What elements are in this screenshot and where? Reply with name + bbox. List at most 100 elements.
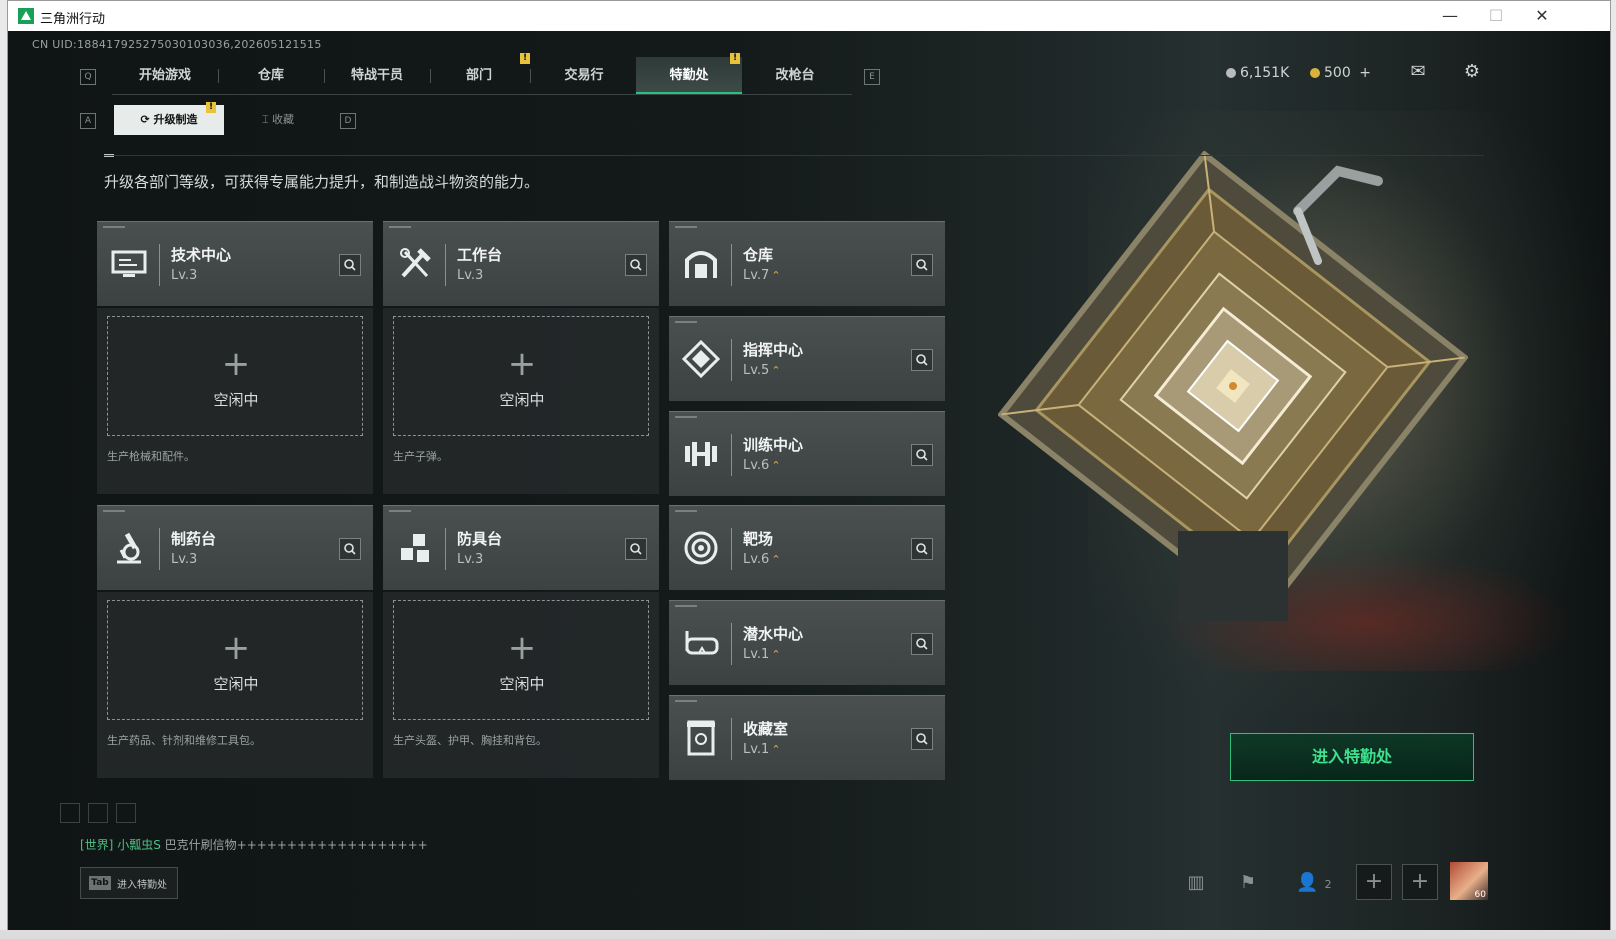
- slot-frame: + 空闲中: [107, 600, 363, 720]
- station-card-tech-center[interactable]: 技术中心 Lv.3: [97, 221, 373, 306]
- department-card-command-center[interactable]: 指挥中心 Lv.5 ⌃: [669, 316, 945, 401]
- command-icon: [681, 339, 721, 379]
- card-separator: [731, 718, 732, 760]
- tab-trading[interactable]: 交易行: [531, 57, 637, 95]
- mail-icon[interactable]: ✉: [1406, 61, 1430, 83]
- station-level: Lv.3: [457, 552, 484, 567]
- search-icon[interactable]: [339, 538, 361, 560]
- slot-frame: + 空闲中: [393, 600, 649, 720]
- tab-department[interactable]: 部门: [426, 57, 532, 95]
- subtab-collection-label: 收藏: [272, 113, 295, 126]
- game-viewport: CN UID:188417925275030103036,20260512151…: [8, 31, 1610, 931]
- tab-operators[interactable]: 特战干员: [324, 57, 430, 95]
- add-gold-button[interactable]: +: [1359, 65, 1371, 81]
- search-icon[interactable]: [911, 349, 933, 371]
- production-slot-pharmacy[interactable]: + 空闲中 生产药品、针剂和维修工具包。: [97, 592, 373, 778]
- department-level: Lv.6: [743, 552, 770, 567]
- flag-icon[interactable]: ⚑: [1230, 865, 1266, 901]
- subtab-collection[interactable]: ⌶ 收藏: [238, 105, 318, 135]
- upgrade-icon: ⟳: [140, 113, 154, 126]
- monitor-icon: [111, 250, 147, 277]
- department-card-warehouse[interactable]: 仓库 Lv.7 ⌃: [669, 221, 945, 306]
- add-teammate-button[interactable]: +: [1402, 864, 1438, 900]
- enter-special-ops-button[interactable]: 进入特勤处: [1230, 733, 1474, 781]
- search-icon[interactable]: [911, 444, 933, 466]
- search-icon[interactable]: [911, 254, 933, 276]
- production-slot-tech-center[interactable]: + 空闲中 生产枪械和配件。: [97, 308, 373, 494]
- tab-hint-label: 进入特勤处: [117, 880, 167, 891]
- tab-key-label: Tab: [89, 876, 111, 890]
- quick-slot[interactable]: [116, 803, 136, 823]
- station-card-pharmacy[interactable]: 制药台 Lv.3: [97, 505, 373, 590]
- slot-frame: + 空闲中: [107, 316, 363, 436]
- target-icon: [684, 531, 718, 565]
- production-slot-workbench[interactable]: + 空闲中 生产子弹。: [383, 308, 659, 494]
- stats-icon[interactable]: ▥: [1178, 865, 1214, 901]
- gold-coin-icon: [1310, 68, 1320, 78]
- card-separator: [731, 623, 732, 665]
- station-level: Lv.3: [171, 268, 198, 283]
- tools-icon: [400, 248, 431, 278]
- friends-count: 2: [1324, 878, 1332, 891]
- production-slot-armor-bench[interactable]: + 空闲中 生产头盔、护甲、胸挂和背包。: [383, 592, 659, 778]
- minimize-button[interactable]: —: [1428, 5, 1472, 27]
- station-name: 制药台: [171, 530, 217, 548]
- chat-message[interactable]: [世界] 小瓢虫S 巴克什刷信物+++++++++++++++++++: [80, 836, 428, 853]
- quick-slot[interactable]: [60, 803, 80, 823]
- add-icon: +: [507, 344, 537, 384]
- station-card-armor-bench[interactable]: 防具台 Lv.3: [383, 505, 659, 590]
- department-card-diving-center[interactable]: 潜水中心 Lv.1 ⌃: [669, 600, 945, 685]
- game-window: 三角洲行动 — ☐ ✕ CN UID:188417925275030103036…: [7, 0, 1611, 932]
- tab-gunsmith[interactable]: 改枪台: [742, 57, 848, 95]
- department-card-collection-room[interactable]: 收藏室 Lv.1 ⌃: [669, 695, 945, 780]
- close-button[interactable]: ✕: [1520, 5, 1564, 27]
- collection-icon: [687, 720, 715, 756]
- search-icon[interactable]: [911, 538, 933, 560]
- add-icon: +: [507, 628, 537, 668]
- chat-user[interactable]: 小瓢虫S: [117, 838, 161, 852]
- add-teammate-button[interactable]: +: [1356, 864, 1392, 900]
- department-card-shooting-range[interactable]: 靶场 Lv.6 ⌃: [669, 505, 945, 590]
- maximize-button[interactable]: ☐: [1474, 5, 1518, 27]
- card-separator: [445, 244, 446, 286]
- subtab-prev-key[interactable]: A: [80, 113, 96, 129]
- card-separator: [159, 528, 160, 570]
- nav-next-key[interactable]: E: [864, 69, 880, 85]
- department-level: Lv.1: [743, 742, 770, 757]
- diving-mask-icon: [685, 631, 719, 655]
- card-separator: [731, 244, 732, 286]
- card-separator: [159, 244, 160, 286]
- slot-description: 生产枪械和配件。: [107, 450, 195, 463]
- slot-frame: + 空闲中: [393, 316, 649, 436]
- department-level: Lv.1: [743, 647, 770, 662]
- search-icon[interactable]: [339, 254, 361, 276]
- tab-hint-button[interactable]: Tab 进入特勤处: [80, 867, 178, 899]
- player-avatar[interactable]: 60: [1450, 862, 1488, 900]
- department-name: 潜水中心: [743, 625, 804, 643]
- search-icon[interactable]: [625, 538, 647, 560]
- station-card-workbench[interactable]: 工作台 Lv.3: [383, 221, 659, 306]
- collection-tab-icon: ⌶: [261, 113, 273, 126]
- friends-button[interactable]: 👤 2: [1286, 865, 1342, 901]
- search-icon[interactable]: [911, 633, 933, 655]
- upgrade-alert-badge: !: [206, 102, 216, 113]
- quick-slot[interactable]: [88, 803, 108, 823]
- upgrade-arrow-icon: ⌃: [771, 364, 781, 377]
- tab-special-ops[interactable]: 特勤处: [636, 57, 742, 95]
- subtab-next-key[interactable]: D: [340, 113, 356, 129]
- gear-icon[interactable]: ⚙: [1460, 61, 1484, 83]
- department-alert-badge: !: [520, 53, 530, 64]
- tab-warehouse[interactable]: 仓库: [218, 57, 324, 95]
- chat-channel: [世界]: [80, 838, 114, 852]
- search-icon[interactable]: [911, 728, 933, 750]
- silver-currency[interactable]: 6,151K: [1226, 65, 1289, 81]
- gold-currency[interactable]: 500 +: [1310, 65, 1371, 81]
- department-card-training-center[interactable]: 训练中心 Lv.6 ⌃: [669, 411, 945, 496]
- card-separator: [731, 528, 732, 570]
- friends-icon: 👤: [1296, 872, 1319, 893]
- tab-start-game[interactable]: 开始游戏: [112, 57, 218, 95]
- department-name: 仓库: [743, 246, 774, 264]
- nav-prev-key[interactable]: Q: [80, 69, 96, 85]
- card-corner-mark: [675, 416, 697, 418]
- search-icon[interactable]: [625, 254, 647, 276]
